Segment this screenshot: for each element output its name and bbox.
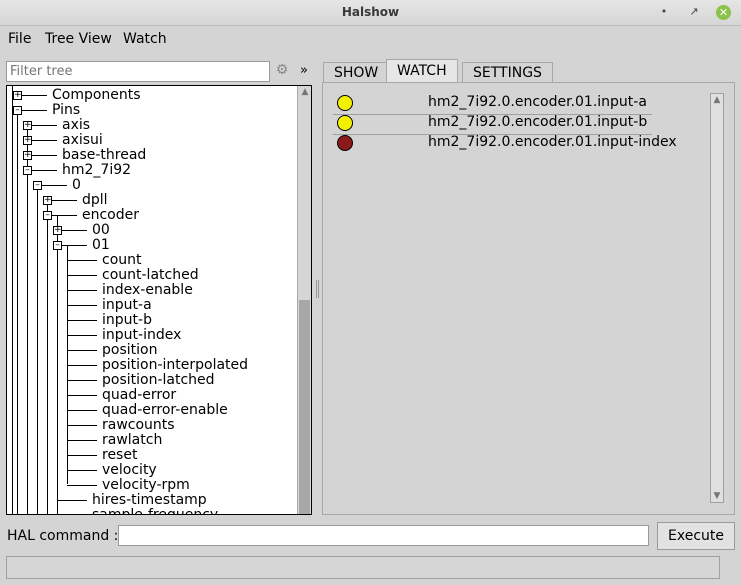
maximize-icon[interactable]: ↗: [686, 4, 702, 20]
menu-tree-view[interactable]: Tree View: [45, 31, 112, 47]
expand-toggle-button[interactable]: »: [297, 63, 311, 79]
tree-item[interactable]: base-thread: [62, 148, 146, 163]
collapse-encoder-icon[interactable]: –: [43, 211, 52, 220]
tree-item[interactable]: 0: [72, 178, 81, 193]
watch-item[interactable]: hm2_7i92.0.encoder.01.input-b: [333, 113, 651, 133]
expand-base-thread-icon[interactable]: +: [23, 151, 32, 160]
hal-command-label: HAL command :: [7, 528, 119, 544]
watch-scrollbar[interactable]: ▲ ▼: [710, 93, 724, 503]
tree-item[interactable]: input-index: [102, 328, 181, 343]
tab-watch[interactable]: WATCH: [386, 59, 458, 83]
collapse-01-icon[interactable]: –: [53, 241, 62, 250]
expand-dpll-icon[interactable]: +: [43, 196, 52, 205]
watch-item[interactable]: hm2_7i92.0.encoder.01.input-a: [333, 93, 651, 113]
minimize-icon[interactable]: •: [656, 4, 672, 20]
pin-state-led: [337, 115, 353, 131]
tab-settings[interactable]: SETTINGS: [462, 62, 553, 83]
tree-item[interactable]: 01: [92, 238, 110, 253]
scroll-up-icon[interactable]: ▲: [711, 94, 723, 106]
tree-item[interactable]: position-latched: [102, 373, 215, 388]
tree-connector-lines: [12, 86, 97, 514]
tree-scroll-thumb[interactable]: [299, 300, 310, 514]
tree-item[interactable]: velocity-rpm: [102, 478, 190, 493]
collapse-hm2-7i92-icon[interactable]: –: [23, 166, 32, 175]
pin-state-led: [337, 135, 353, 151]
expand-axis-icon[interactable]: +: [23, 121, 32, 130]
tree-item[interactable]: velocity: [102, 463, 157, 478]
pane-splitter-handle[interactable]: [316, 280, 319, 298]
tree-item[interactable]: axisui: [62, 133, 103, 148]
scroll-down-icon[interactable]: ▼: [711, 490, 723, 502]
tree-item[interactable]: quad-error: [102, 388, 176, 403]
filter-tree-input[interactable]: [6, 61, 270, 82]
hal-command-input[interactable]: [118, 525, 649, 546]
window-title: Halshow: [341, 5, 400, 19]
watch-panel: hm2_7i92.0.encoder.01.input-a hm2_7i92.0…: [322, 82, 735, 515]
menu-file[interactable]: File: [8, 31, 31, 47]
tree-item[interactable]: index-enable: [102, 283, 193, 298]
tree-item[interactable]: Components: [52, 88, 141, 103]
pin-state-led: [337, 95, 353, 111]
tree-item[interactable]: reset: [102, 448, 137, 463]
tree-item[interactable]: dpll: [82, 193, 108, 208]
tree-item[interactable]: count: [102, 253, 142, 268]
expand-axisui-icon[interactable]: +: [23, 136, 32, 145]
execute-button[interactable]: Execute: [657, 522, 735, 550]
expand-00-icon[interactable]: +: [53, 226, 62, 235]
status-bar: [6, 556, 720, 579]
tree-item[interactable]: hires-timestamp: [92, 493, 207, 508]
tree-item[interactable]: rawcounts: [102, 418, 175, 433]
tree-item[interactable]: hm2_7i92: [62, 163, 131, 178]
tree-item[interactable]: input-b: [102, 313, 152, 328]
tree-item[interactable]: rawlatch: [102, 433, 162, 448]
tree-item[interactable]: 00: [92, 223, 110, 238]
close-icon[interactable]: ✕: [716, 5, 731, 20]
title-bar: Halshow • ↗ ✕: [0, 0, 741, 26]
collapse-pins-icon[interactable]: –: [13, 106, 22, 115]
menu-bar: File Tree View Watch: [0, 26, 741, 52]
pin-tree[interactable]: + – + + + – – + – + – Components Pins ax…: [6, 85, 312, 515]
tree-item[interactable]: position: [102, 343, 157, 358]
watch-item-label: hm2_7i92.0.encoder.01.input-a: [428, 94, 647, 110]
watch-item-label: hm2_7i92.0.encoder.01.input-index: [428, 134, 677, 150]
tree-item[interactable]: Pins: [52, 103, 80, 118]
tree-scrollbar[interactable]: ▲: [297, 86, 311, 514]
menu-watch[interactable]: Watch: [123, 31, 167, 47]
tree-item[interactable]: position-interpolated: [102, 358, 248, 373]
expand-components-icon[interactable]: +: [13, 91, 22, 100]
gear-icon[interactable]: ⚙: [274, 62, 290, 80]
tree-item[interactable]: axis: [62, 118, 90, 133]
tree-item[interactable]: count-latched: [102, 268, 199, 283]
watch-item-label: hm2_7i92.0.encoder.01.input-b: [428, 114, 648, 130]
tree-item[interactable]: encoder: [82, 208, 139, 223]
watch-item[interactable]: hm2_7i92.0.encoder.01.input-index: [333, 133, 677, 153]
tree-item[interactable]: input-a: [102, 298, 152, 313]
tree-item[interactable]: quad-error-enable: [102, 403, 228, 418]
tree-item[interactable]: sample-frequency: [92, 508, 218, 515]
tab-show[interactable]: SHOW: [323, 62, 390, 83]
collapse-0-icon[interactable]: –: [33, 181, 42, 190]
scroll-up-icon[interactable]: ▲: [299, 86, 311, 98]
